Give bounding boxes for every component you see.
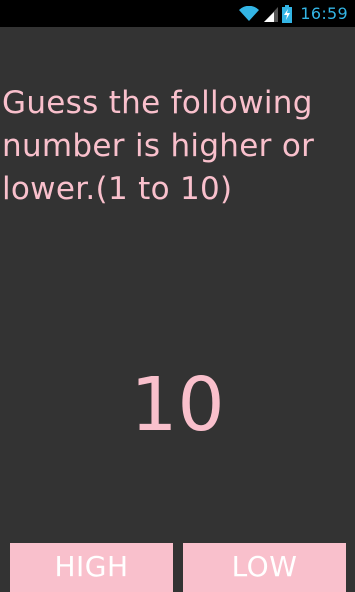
wifi-icon: [238, 5, 260, 22]
clock: 16:59: [300, 4, 348, 23]
current-number: 10: [130, 362, 225, 448]
game-prompt: Guess the following number is higher or …: [2, 85, 315, 207]
status-bar: 16:59: [0, 0, 355, 27]
high-button[interactable]: HIGH: [10, 543, 173, 592]
low-button[interactable]: LOW: [183, 543, 346, 592]
signal-icon: [264, 6, 279, 22]
battery-charging-icon: [282, 4, 293, 23]
